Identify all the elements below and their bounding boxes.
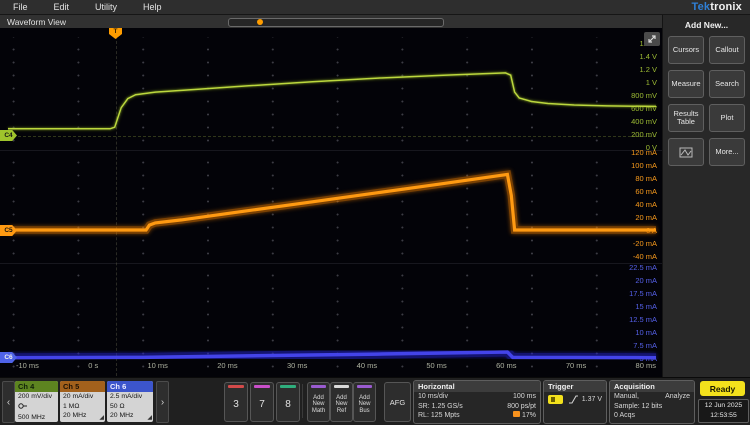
measure-button[interactable]: Measure	[668, 70, 704, 98]
record-length: RL: 125 Mpts	[418, 411, 460, 421]
channel-menu-icon: ◢	[99, 414, 104, 421]
acquisition-sample: Sample: 12 bits	[614, 402, 662, 412]
channel-4-badge[interactable]: Ch 4 200 mV/div 500 MHz	[15, 381, 58, 422]
trigger-position-line	[116, 36, 117, 376]
horizontal-scale: 10 ms/div	[418, 392, 448, 402]
results-table-button[interactable]: Results Table	[668, 104, 704, 132]
horizontal-window: 100 ms	[513, 392, 536, 402]
datetime-display: 12 Jun 2025 12:53:55	[698, 399, 749, 423]
expand-icon	[646, 33, 658, 45]
afg-label: AFG	[390, 383, 405, 421]
plot-button[interactable]: Plot	[709, 104, 745, 132]
bottom-settings-bar: ‹ Ch 4 200 mV/div 500 MHz Ch 5 20 mA/div…	[0, 377, 750, 425]
ch5-scale: 20 mA/div	[60, 392, 105, 402]
ch6-impedance: 50 Ω	[107, 402, 153, 412]
afg-button[interactable]: AFG	[384, 382, 411, 422]
waveform-view-tab-bar: Waveform View	[0, 15, 663, 29]
ch4-bandwidth: 500 MHz	[15, 413, 58, 422]
scroll-channels-left-button[interactable]: ‹	[2, 381, 15, 423]
ch4-reference-line	[8, 136, 656, 137]
add-new-sidebar: Add New... Cursors Callout Measure Searc…	[662, 15, 750, 378]
add-new-ref-button[interactable]: Add New Ref	[330, 382, 353, 422]
eye-diagram-icon	[679, 147, 693, 158]
horizontal-panel[interactable]: Horizontal 10 ms/div 100 ms SR: 1.25 GS/…	[413, 380, 541, 424]
acquisition-mode: Manual,	[614, 392, 639, 402]
waveform-display[interactable]: 1.6 V1.4 V 1.2 V1 V 800 mV600 mV 400 mV2…	[0, 28, 663, 378]
record-view-percent: 17%	[513, 411, 536, 421]
ch5-bandwidth: 20 MHz	[60, 411, 105, 421]
divider	[302, 384, 303, 418]
rising-edge-icon	[569, 395, 578, 404]
graticule-ch6	[8, 263, 656, 376]
ch6-bandwidth: 20 MHz	[107, 411, 153, 421]
ch4-probe-row	[15, 402, 58, 414]
ready-status-badge: Ready	[700, 381, 745, 396]
add-math-label: Add New Math	[308, 388, 329, 422]
callout-button[interactable]: Callout	[709, 36, 745, 64]
slice-divider	[0, 150, 663, 151]
acquisition-analyze: Analyze	[665, 392, 690, 402]
slice-divider	[0, 263, 663, 264]
add-new-label: Add New...	[663, 20, 750, 30]
search-button[interactable]: Search	[709, 70, 745, 98]
acquisition-panel[interactable]: Acquisition Manual, Analyze Sample: 12 b…	[609, 380, 695, 424]
chevron-right-icon: ›	[161, 397, 164, 408]
menu-bar: File Edit Utility Help Tektronix	[0, 0, 750, 15]
channel-menu-icon: ◢	[147, 414, 152, 421]
menu-utility[interactable]: Utility	[82, 2, 130, 12]
horizontal-position-slider[interactable]	[228, 18, 444, 27]
acquisition-count: 0 Acqs	[614, 411, 635, 421]
record-view-icon	[513, 411, 520, 417]
time-label: 12:53:55	[699, 411, 748, 421]
ch5-axis-labels: 120 mA100 mA 80 mA60 mA 40 mA20 mA 0 A-2…	[631, 149, 657, 261]
menu-help[interactable]: Help	[130, 2, 175, 12]
slider-handle[interactable]	[257, 19, 263, 25]
sample-rate: SR: 1.25 GS/s	[418, 402, 463, 412]
graticule-ch4	[8, 37, 656, 150]
trigger-level: 1.37 V	[582, 395, 602, 405]
add-bus-label: Add New Bus	[354, 388, 375, 422]
channel-8-button[interactable]: 8	[276, 382, 300, 422]
date-label: 12 Jun 2025	[699, 401, 748, 411]
trigger-source-badge	[548, 395, 563, 404]
channel-3-button[interactable]: 3	[224, 382, 248, 422]
ch3-button-label: 3	[233, 388, 239, 422]
add-new-math-button[interactable]: Add New Math	[307, 382, 330, 422]
tab-waveform-view[interactable]: Waveform View	[0, 17, 66, 27]
ch4-scale: 200 mV/div	[15, 392, 58, 402]
chevron-left-icon: ‹	[7, 397, 10, 408]
channel-7-button[interactable]: 7	[250, 382, 274, 422]
ch6-label: Ch 6	[107, 381, 153, 392]
time-axis-labels: -10 ms0 s 10 ms20 ms 30 ms40 ms 50 ms60 …	[16, 361, 656, 370]
horizontal-title: Horizontal	[414, 381, 540, 392]
expand-view-button[interactable]	[644, 32, 660, 46]
cursors-button[interactable]: Cursors	[668, 36, 704, 64]
channel-6-badge[interactable]: Ch 6 2.5 mA/div 50 Ω 20 MHz ◢	[107, 381, 153, 422]
channel-5-badge[interactable]: Ch 5 20 mA/div 1 MΩ 20 MHz ◢	[60, 381, 105, 422]
ch4-label: Ch 4	[15, 381, 58, 392]
ch4-axis-labels: 1.6 V1.4 V 1.2 V1 V 800 mV600 mV 400 mV2…	[631, 40, 657, 152]
tektronix-logo: Tektronix	[691, 1, 750, 13]
ch6-axis-labels: 22.5 mA20 mA 17.5 mA15 mA 12.5 mA10 mA 7…	[629, 264, 657, 363]
acquisition-title: Acquisition	[610, 381, 694, 392]
ch6-scale: 2.5 mA/div	[107, 392, 153, 402]
menu-edit[interactable]: Edit	[41, 2, 83, 12]
menu-file[interactable]: File	[0, 2, 41, 12]
trigger-panel[interactable]: Trigger 1.37 V	[543, 380, 607, 424]
ch8-button-label: 8	[285, 388, 291, 422]
resolution: 800 ps/pt	[507, 402, 536, 412]
more-button[interactable]: More...	[709, 138, 745, 166]
add-ref-label: Add New Ref	[331, 388, 352, 422]
graticule-ch5	[8, 150, 656, 263]
eye-diagram-button[interactable]	[668, 138, 704, 166]
ch7-button-label: 7	[259, 388, 265, 422]
trigger-title: Trigger	[544, 381, 606, 392]
add-new-bus-button[interactable]: Add New Bus	[353, 382, 376, 422]
ch5-label: Ch 5	[60, 381, 105, 392]
probe-icon	[18, 402, 27, 410]
ch5-impedance: 1 MΩ	[60, 402, 105, 412]
scroll-channels-right-button[interactable]: ›	[156, 381, 169, 423]
